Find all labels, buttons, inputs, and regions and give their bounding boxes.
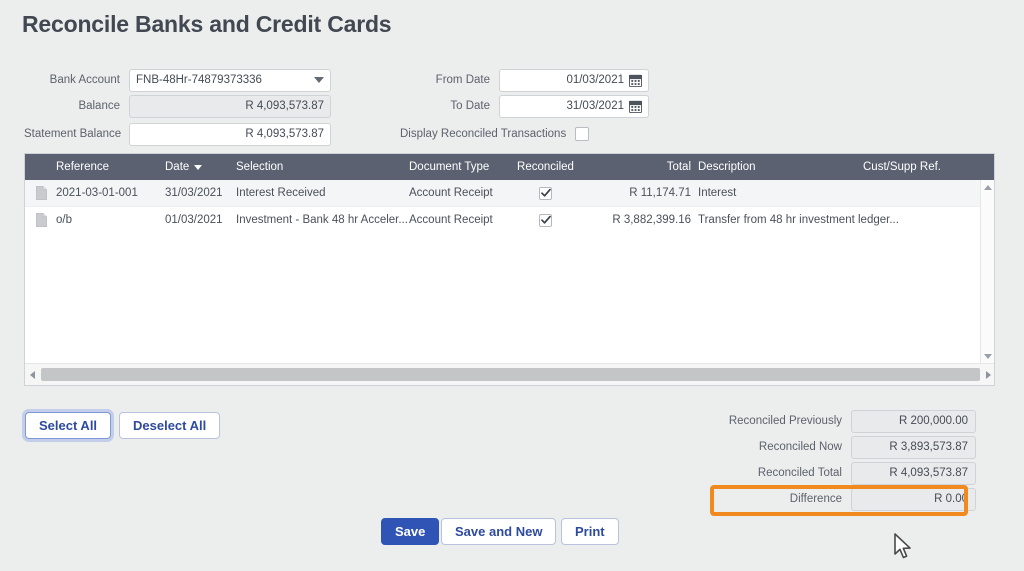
save-and-new-button[interactable]: Save and New xyxy=(441,518,557,545)
cell-reconciled[interactable] xyxy=(513,180,578,206)
reconciled-now-label: Reconciled Now xyxy=(758,441,842,453)
display-reconciled-checkbox[interactable] xyxy=(575,127,590,141)
balance-field: R 4,093,573.87 xyxy=(129,94,331,118)
to-date-value: 31/03/2021 xyxy=(566,100,624,112)
document-icon xyxy=(35,186,47,200)
scroll-up-arrow-icon[interactable] xyxy=(981,180,994,194)
row-document-icon-cell[interactable] xyxy=(31,207,51,233)
reconciled-total-row: Reconciled Total R 4,093,573.87 xyxy=(600,460,1000,486)
table-row[interactable]: 2021-03-01-001 31/03/2021 Interest Recei… xyxy=(25,180,994,207)
bank-account-value: FNB-48Hr-74879373336 xyxy=(136,74,262,86)
statement-balance-row: Statement Balance R 4,093,573.87 xyxy=(24,122,331,146)
cell-cust-supp-ref xyxy=(863,207,983,233)
reconciled-previously-value: R 200,000.00 xyxy=(851,409,976,433)
chevron-down-icon xyxy=(314,77,324,83)
row-document-icon-cell[interactable] xyxy=(31,180,51,206)
bank-account-row: Bank Account FNB-48Hr-74879373336 xyxy=(24,68,331,92)
column-header-date-label: Date xyxy=(165,161,190,173)
mouse-cursor xyxy=(894,533,911,559)
column-header-selection[interactable]: Selection xyxy=(236,161,411,173)
cell-reconciled[interactable] xyxy=(513,207,578,233)
cell-document-type: Account Receipt xyxy=(409,214,493,226)
difference-row: Difference R 0.00 xyxy=(600,486,1000,512)
bank-account-label: Bank Account xyxy=(49,74,120,86)
cell-cust-supp-ref xyxy=(863,180,983,206)
table-vertical-scrollbar[interactable] xyxy=(980,180,994,363)
statement-balance-input[interactable]: R 4,093,573.87 xyxy=(129,122,331,146)
cell-selection: Interest Received xyxy=(236,187,326,199)
page-title: Reconcile Banks and Credit Cards xyxy=(22,11,392,37)
horizontal-scrollbar-thumb[interactable] xyxy=(41,368,980,381)
table-horizontal-scrollbar[interactable] xyxy=(25,363,994,386)
select-all-button[interactable]: Select All xyxy=(25,412,112,439)
scroll-right-arrow-icon[interactable] xyxy=(981,364,994,386)
column-header-reconciled[interactable]: Reconciled xyxy=(513,161,578,173)
statement-balance-value: R 4,093,573.87 xyxy=(245,128,324,140)
to-date-label: To Date xyxy=(450,100,490,112)
from-date-input[interactable]: 01/03/2021 xyxy=(499,68,649,92)
calendar-icon[interactable] xyxy=(629,74,642,87)
deselect-all-button[interactable]: Deselect All xyxy=(119,412,221,439)
difference-label: Difference xyxy=(789,493,842,505)
reconciled-previously-row: Reconciled Previously R 200,000.00 xyxy=(600,408,1000,434)
from-date-row: From Date 01/03/2021 xyxy=(400,68,649,92)
cell-total: R 11,174.71 xyxy=(629,187,691,199)
bank-account-select[interactable]: FNB-48Hr-74879373336 xyxy=(129,68,331,92)
cell-document-type: Account Receipt xyxy=(409,187,493,199)
reconciled-now-row: Reconciled Now R 3,893,573.87 xyxy=(600,434,1000,460)
print-button[interactable]: Print xyxy=(561,518,619,545)
difference-value: R 0.00 xyxy=(851,487,976,511)
totals-panel: Reconciled Previously R 200,000.00 Recon… xyxy=(600,408,1000,512)
cell-total: R 3,882,399.16 xyxy=(612,214,691,226)
save-button[interactable]: Save xyxy=(381,518,440,545)
column-header-document-type[interactable]: Document Type xyxy=(409,161,519,173)
reconciled-now-value: R 3,893,573.87 xyxy=(851,435,976,459)
statement-balance-label: Statement Balance xyxy=(24,128,122,140)
column-header-cust-supp-ref[interactable]: Cust/Supp Ref. xyxy=(863,161,983,173)
table-body: 2021-03-01-001 31/03/2021 Interest Recei… xyxy=(25,180,994,363)
scroll-down-arrow-icon[interactable] xyxy=(981,349,994,363)
from-date-label: From Date xyxy=(435,74,490,86)
display-reconciled-row: Display Reconciled Transactions xyxy=(400,122,590,146)
check-icon xyxy=(540,215,551,224)
balance-value: R 4,093,573.87 xyxy=(245,100,324,112)
cell-selection: Investment - Bank 48 hr Acceler... xyxy=(236,214,408,226)
filter-form: Bank Account FNB-48Hr-74879373336 Balanc… xyxy=(0,68,1024,148)
scroll-left-arrow-icon[interactable] xyxy=(25,364,40,386)
table-header-row: Reference Date Selection Document Type R… xyxy=(25,154,994,180)
table-row[interactable]: o/b 01/03/2021 Investment - Bank 48 hr A… xyxy=(25,207,994,233)
check-icon xyxy=(540,188,551,197)
balance-label: Balance xyxy=(78,100,120,112)
reconciled-previously-label: Reconciled Previously xyxy=(728,415,842,427)
from-date-value: 01/03/2021 xyxy=(566,74,624,86)
reconciled-checkbox-checked[interactable] xyxy=(539,186,552,200)
calendar-icon[interactable] xyxy=(629,100,642,113)
reconciled-total-label: Reconciled Total xyxy=(757,467,842,479)
to-date-row: To Date 31/03/2021 xyxy=(400,94,649,118)
sort-descending-icon xyxy=(194,164,203,170)
to-date-input[interactable]: 31/03/2021 xyxy=(499,94,649,118)
transactions-table: Reference Date Selection Document Type R… xyxy=(24,153,995,386)
column-header-total[interactable]: Total xyxy=(581,161,691,173)
reconciled-total-value: R 4,093,573.87 xyxy=(851,461,976,485)
document-icon xyxy=(35,213,47,227)
balance-row: Balance R 4,093,573.87 xyxy=(24,94,331,118)
display-reconciled-label: Display Reconciled Transactions xyxy=(400,128,567,140)
reconciled-checkbox-checked[interactable] xyxy=(539,213,552,227)
